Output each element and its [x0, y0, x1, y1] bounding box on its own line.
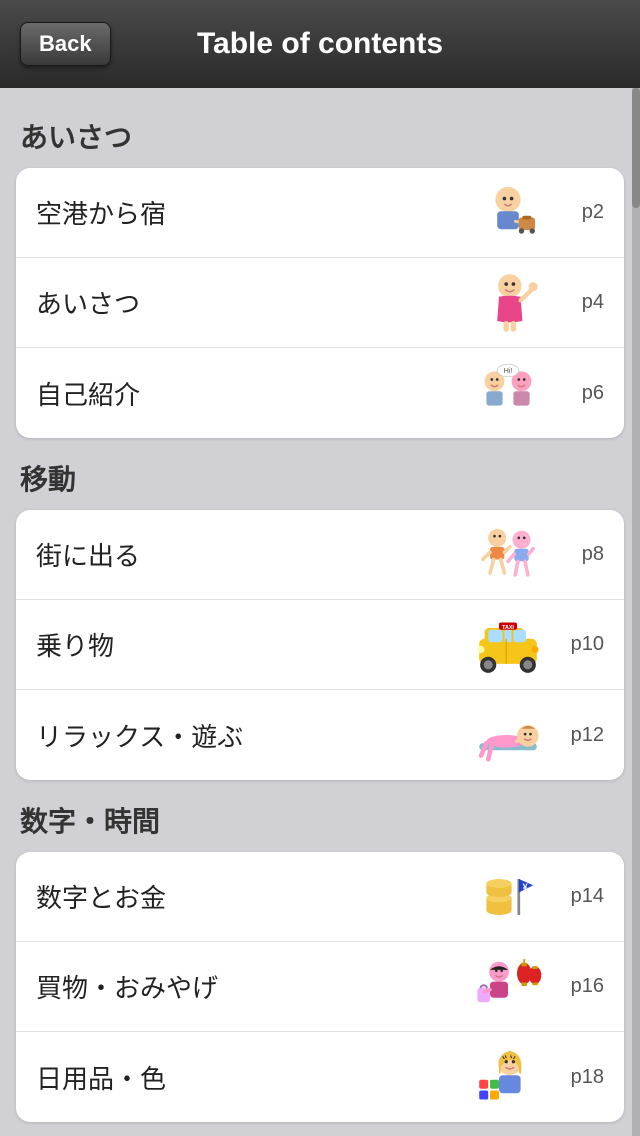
card-numbers: 数字とお金 ¥ p14 [16, 852, 624, 1122]
item-illustration-selfintro: Hi! [468, 358, 548, 428]
item-text: 街に出る [36, 536, 468, 573]
item-text: 自己紹介 [36, 375, 468, 412]
list-item[interactable]: 乗り物 [16, 600, 624, 690]
item-illustration-gotown [468, 520, 548, 590]
item-page: p14 [564, 885, 604, 908]
item-page: p18 [564, 1066, 604, 1089]
section-heading-greetings: あいさつ [16, 116, 624, 156]
list-item[interactable]: 数字とお金 ¥ p14 [16, 852, 624, 942]
content-scroll[interactable]: あいさつ 空港から宿 [0, 88, 640, 1136]
section-heading-travel: 移動 [16, 458, 624, 498]
item-text: 日用品・色 [36, 1059, 468, 1096]
item-page: p8 [564, 543, 604, 566]
list-item[interactable]: 空港から宿 [16, 168, 624, 258]
item-illustration-transport: TAXI [468, 610, 548, 680]
item-page: p12 [564, 724, 604, 747]
item-page: p2 [564, 201, 604, 224]
list-item[interactable]: 日用品・色 [16, 1032, 624, 1122]
item-page: p4 [564, 291, 604, 314]
item-text: 空港から宿 [36, 194, 468, 231]
list-item[interactable]: 自己紹介 Hi! [16, 348, 624, 438]
item-text: 数字とお金 [36, 878, 468, 915]
list-item[interactable]: 街に出る [16, 510, 624, 600]
card-travel: 街に出る [16, 510, 624, 780]
item-text: あいさつ [36, 284, 468, 321]
item-page: p16 [564, 975, 604, 998]
page-title: Table of contents [197, 27, 443, 61]
section-heading-numbers: 数字・時間 [16, 800, 624, 840]
item-illustration-money: ¥ [468, 862, 548, 932]
item-text: 買物・おみやげ [36, 968, 468, 1005]
svg-text:TAXI: TAXI [502, 624, 514, 630]
item-illustration-relax [468, 700, 548, 770]
item-illustration-airport [468, 178, 548, 248]
back-button[interactable]: Back [20, 22, 111, 66]
list-item[interactable]: 買物・おみやげ [16, 942, 624, 1032]
item-illustration-greetings [468, 268, 548, 338]
list-item[interactable]: あいさつ [16, 258, 624, 348]
svg-text:¥: ¥ [523, 881, 528, 891]
item-illustration-shopping [468, 952, 548, 1022]
scrollbar-thumb[interactable] [632, 88, 640, 208]
navigation-bar: Back Table of contents [0, 0, 640, 88]
card-greetings: 空港から宿 [16, 168, 624, 438]
scrollbar-track [632, 88, 640, 1136]
item-page: p6 [564, 382, 604, 405]
item-text: リラックス・遊ぶ [36, 717, 468, 754]
item-page: p10 [564, 633, 604, 656]
item-text: 乗り物 [36, 626, 468, 663]
svg-text:Hi!: Hi! [504, 366, 513, 375]
list-item[interactable]: リラックス・遊ぶ [16, 690, 624, 780]
item-illustration-daily [468, 1042, 548, 1112]
